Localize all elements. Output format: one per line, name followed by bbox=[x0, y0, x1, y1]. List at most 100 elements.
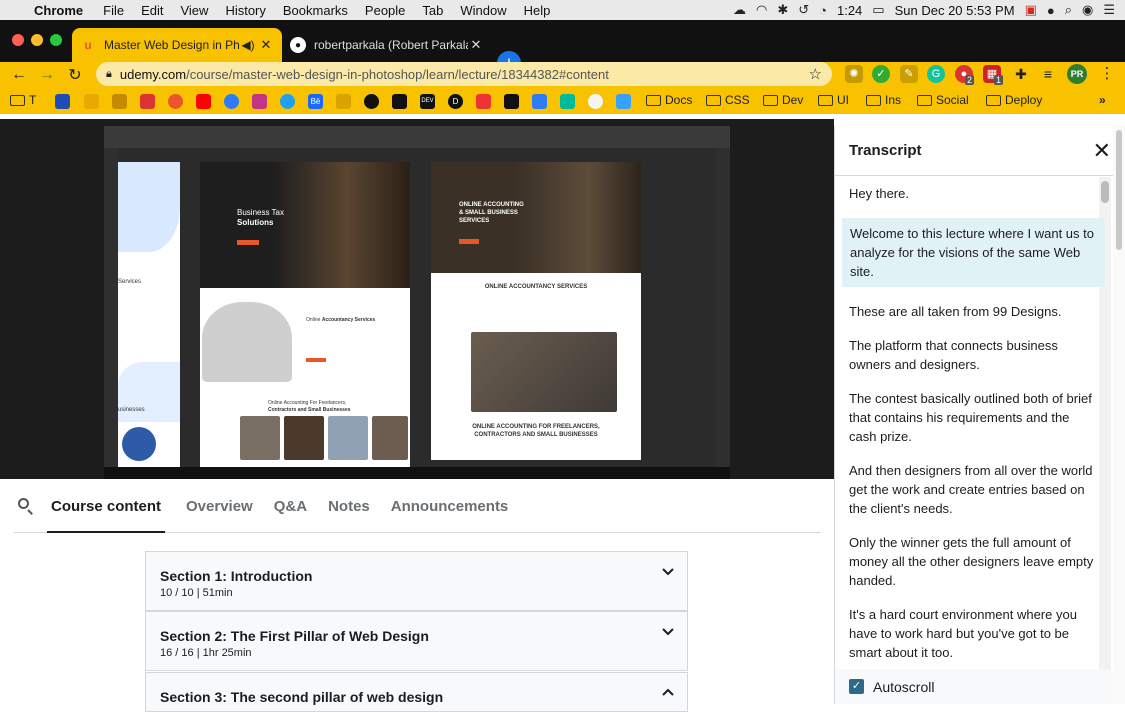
bookmark-folder-dev[interactable]: Dev bbox=[763, 93, 803, 107]
menu-people[interactable]: People bbox=[365, 3, 405, 18]
bookmark-github-icon[interactable] bbox=[364, 94, 379, 109]
chevron-up-icon[interactable] bbox=[661, 685, 675, 699]
tab-udemy[interactable]: u Master Web Design in Phot ◀) ✕ bbox=[72, 28, 282, 62]
extension-bug-icon[interactable]: ✺ bbox=[845, 65, 863, 83]
bookmark-folder-social[interactable]: Social bbox=[917, 93, 969, 107]
menu-view[interactable]: View bbox=[180, 3, 208, 18]
transcript-cue[interactable]: Hey there. bbox=[849, 184, 1105, 203]
siri-icon[interactable]: ◉ bbox=[1082, 2, 1093, 18]
close-tab-icon[interactable]: ✕ bbox=[258, 37, 274, 53]
menu-bookmarks[interactable]: Bookmarks bbox=[283, 3, 348, 18]
tab-course-content[interactable]: Course content bbox=[47, 479, 166, 533]
bookmark-t-icon[interactable] bbox=[616, 94, 631, 109]
tab-qa[interactable]: Q&A bbox=[274, 479, 307, 533]
video-player[interactable]: Services usinesses Business Tax Solution… bbox=[0, 119, 834, 479]
section-2[interactable]: Section 2: The First Pillar of Web Desig… bbox=[145, 611, 688, 671]
tab-notes[interactable]: Notes bbox=[328, 479, 370, 533]
menu-history[interactable]: History bbox=[225, 3, 265, 18]
section-3[interactable]: Section 3: The second pillar of web desi… bbox=[145, 672, 688, 712]
bookmark-folder-deploy[interactable]: Deploy bbox=[986, 93, 1042, 107]
bookmark-bulb-icon[interactable] bbox=[588, 94, 603, 109]
back-arrow-icon[interactable]: ← bbox=[5, 66, 33, 84]
transcript-cue-active[interactable]: Welcome to this lecture where I want us … bbox=[842, 218, 1105, 287]
minimize-window-button[interactable] bbox=[31, 34, 43, 46]
clock-icon[interactable]: ◔ bbox=[819, 3, 827, 18]
bookmark-c-icon[interactable] bbox=[504, 94, 519, 109]
close-window-button[interactable] bbox=[12, 34, 24, 46]
tab-overview[interactable]: Overview bbox=[186, 479, 253, 533]
bookmark-arrows-icon[interactable] bbox=[560, 94, 575, 109]
bookmark-crown-icon[interactable] bbox=[112, 94, 127, 109]
bookmark-udemy-icon[interactable] bbox=[168, 94, 183, 109]
bookmark-medium-icon[interactable] bbox=[392, 94, 407, 109]
bookmark-folder-ins[interactable]: Ins bbox=[866, 93, 901, 107]
app-menu[interactable]: Chrome bbox=[34, 3, 83, 18]
page-scrollbar-thumb[interactable] bbox=[1116, 130, 1122, 250]
autoscroll-toggle[interactable]: ✓ Autoscroll bbox=[835, 669, 1113, 704]
chrome-menu-icon[interactable]: ⋮ bbox=[1098, 65, 1116, 83]
flag-icon[interactable]: ▣ bbox=[1025, 2, 1037, 18]
forward-arrow-icon[interactable]: → bbox=[33, 66, 61, 84]
page-scrollbar[interactable] bbox=[1113, 126, 1125, 704]
transcript-cue[interactable]: These are all taken from 99 Designs. bbox=[849, 302, 1105, 321]
bookmark-youtube-icon[interactable] bbox=[196, 94, 211, 109]
menu-help[interactable]: Help bbox=[524, 3, 551, 18]
section-1[interactable]: Section 1: Introduction 10 / 10 | 51min bbox=[145, 551, 688, 611]
bookmark-folder-css[interactable]: CSS bbox=[706, 93, 750, 107]
close-icon[interactable]: ✕ bbox=[1093, 139, 1111, 162]
transcript-cue[interactable]: And then designers from all over the wor… bbox=[849, 461, 1105, 518]
tab-github[interactable]: ● robertparkala (Robert Parkala) ✕ bbox=[282, 28, 492, 62]
extensions-puzzle-icon[interactable]: ✚ bbox=[1012, 65, 1030, 83]
bookmark-t[interactable]: T bbox=[10, 93, 36, 107]
bookmark-folder-docs[interactable]: Docs bbox=[646, 93, 692, 107]
menu-window[interactable]: Window bbox=[460, 3, 506, 18]
extension-color-icon[interactable]: ✓ bbox=[872, 65, 890, 83]
profile-avatar[interactable]: PR bbox=[1067, 64, 1087, 84]
zoom-window-button[interactable] bbox=[50, 34, 62, 46]
bookmark-red-icon[interactable] bbox=[140, 94, 155, 109]
lock-icon[interactable]: 🔒︎ bbox=[106, 68, 112, 81]
bookmark-behance-icon[interactable]: Bē bbox=[308, 94, 323, 109]
bookmarks-overflow-icon[interactable]: » bbox=[1099, 93, 1106, 107]
bookmark-folder-ui[interactable]: UI bbox=[818, 93, 849, 107]
speaker-icon[interactable]: ◀) bbox=[240, 37, 256, 53]
bookmark-shield-icon[interactable] bbox=[55, 94, 70, 109]
extension-picker-icon[interactable]: ✎ bbox=[900, 65, 918, 83]
bookmark-chart-icon[interactable] bbox=[532, 94, 547, 109]
transcript-cue[interactable]: Only the winner gets the full amount of … bbox=[849, 533, 1105, 590]
tab-announcements[interactable]: Announcements bbox=[391, 479, 509, 533]
spotlight-icon[interactable]: ⌕ bbox=[1065, 2, 1072, 18]
battery-time[interactable]: 1:24 bbox=[837, 3, 862, 18]
transcript-cue[interactable]: It's a hard court environment where you … bbox=[849, 605, 1105, 662]
menu-tab[interactable]: Tab bbox=[422, 3, 443, 18]
control-center-icon[interactable]: ☰ bbox=[1103, 2, 1115, 18]
bookmark-s-icon[interactable] bbox=[476, 94, 491, 109]
battery-icon[interactable]: ▭ bbox=[872, 2, 884, 18]
creative-cloud-icon[interactable]: ☁ bbox=[733, 2, 746, 18]
bookmark-star-icon[interactable]: ☆ bbox=[809, 65, 822, 83]
close-tab-icon[interactable]: ✕ bbox=[468, 37, 484, 53]
bookmark-stack-icon[interactable] bbox=[336, 94, 351, 109]
reload-icon[interactable]: ↻ bbox=[61, 65, 89, 85]
bookmark-messenger-icon[interactable] bbox=[224, 94, 239, 109]
autoscroll-checkbox[interactable]: ✓ bbox=[849, 679, 864, 694]
bookmark-instagram-icon[interactable] bbox=[252, 94, 267, 109]
menu-file[interactable]: File bbox=[103, 3, 124, 18]
user-icon[interactable]: ● bbox=[1047, 3, 1055, 18]
time-machine-icon[interactable]: ↺ bbox=[798, 2, 809, 18]
bluetooth-icon[interactable]: ✱ bbox=[777, 2, 788, 18]
menu-edit[interactable]: Edit bbox=[141, 3, 163, 18]
extension-grammarly-icon[interactable]: G bbox=[927, 65, 945, 83]
search-icon[interactable] bbox=[14, 495, 36, 517]
bookmark-twitter-icon[interactable] bbox=[280, 94, 295, 109]
bookmark-dev-icon[interactable]: DEV bbox=[420, 94, 435, 109]
chevron-down-icon[interactable] bbox=[661, 564, 675, 578]
bookmark-swirl-icon[interactable] bbox=[84, 94, 99, 109]
menu-clock[interactable]: Sun Dec 20 5:53 PM bbox=[895, 3, 1015, 18]
bookmark-d-icon[interactable]: D bbox=[448, 94, 463, 109]
chevron-down-icon[interactable] bbox=[661, 624, 675, 638]
reading-list-icon[interactable]: ≡ bbox=[1039, 65, 1057, 83]
transcript-cue[interactable]: The contest basically outlined both of b… bbox=[849, 389, 1105, 446]
transcript-cue[interactable]: The platform that connects business owne… bbox=[849, 336, 1105, 374]
wifi-icon[interactable]: ◠ bbox=[756, 2, 767, 18]
